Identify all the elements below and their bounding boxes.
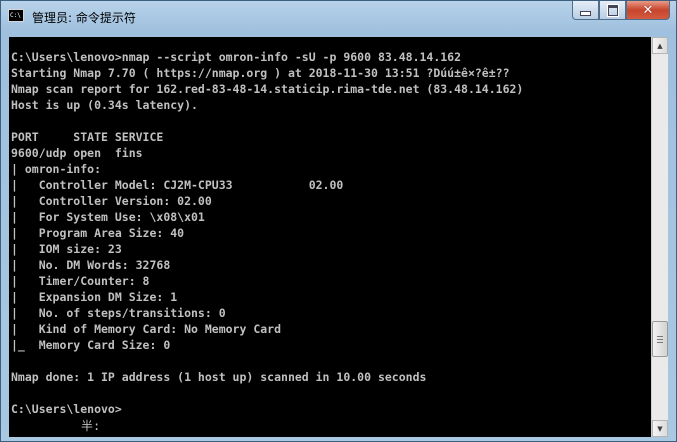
console-line: Starting Nmap 7.70 ( https://nmap.org ) … <box>11 66 510 80</box>
thumb-grip-line <box>657 339 663 340</box>
console-lines: C:\Users\lenovo>nmap --script omron-info… <box>11 49 523 417</box>
close-icon: ✕ <box>642 2 654 18</box>
scroll-up-button[interactable]: ▲ <box>652 37 668 54</box>
minimize-icon <box>580 11 591 16</box>
minimize-button[interactable] <box>572 1 599 20</box>
console-line: C:\Users\lenovo> <box>11 402 122 416</box>
console-line: | No. of steps/transitions: 0 <box>11 306 226 320</box>
vertical-scrollbar[interactable]: ▲ ▼ <box>651 37 668 437</box>
console-line: Host is up (0.34s latency). <box>11 98 198 112</box>
console-line: PORT STATE SERVICE <box>11 130 164 144</box>
window-title: 管理员: 命令提示符 <box>32 11 136 25</box>
ime-status: 半: <box>81 419 101 433</box>
scroll-down-button[interactable]: ▼ <box>652 420 668 437</box>
console-line: | omron-info: <box>11 162 102 176</box>
command-prompt-window: C:\ 管理员: 命令提示符 ✕ C:\Users\lenovo>nmap --… <box>0 0 677 442</box>
caption-buttons: ✕ <box>572 1 670 21</box>
console-line: | Controller Version: 02.00 <box>11 194 212 208</box>
scroll-down-arrow-icon: ▼ <box>657 424 663 433</box>
thumb-grip-line <box>657 342 663 343</box>
title-bar[interactable]: C:\ 管理员: 命令提示符 ✕ <box>1 1 676 37</box>
console-output[interactable]: C:\Users\lenovo>nmap --script omron-info… <box>9 37 651 437</box>
console-line: | Expansion DM Size: 1 <box>11 290 178 304</box>
scroll-thumb[interactable] <box>652 321 668 357</box>
cmd-app-icon[interactable]: C:\ <box>8 9 24 22</box>
console-line: 9600/udp open fins <box>11 146 143 160</box>
thumb-grip-line <box>657 336 663 337</box>
maximize-button[interactable] <box>599 1 626 20</box>
console-line: C:\Users\lenovo>nmap --script omron-info… <box>11 50 462 64</box>
scroll-up-arrow-icon: ▲ <box>657 41 663 50</box>
maximize-icon <box>606 3 619 17</box>
console-line: |_ Memory Card Size: 0 <box>11 338 171 352</box>
console-line: Nmap scan report for 162.red-83-48-14.st… <box>11 82 524 96</box>
console-line: | Program Area Size: 40 <box>11 226 185 240</box>
console-line: | Controller Model: CJ2M-CPU33 02.00 <box>11 178 344 192</box>
console-line: | For System Use: \x08\x01 <box>11 210 205 224</box>
close-button[interactable]: ✕ <box>626 1 670 20</box>
console-line: | IOM size: 23 <box>11 242 122 256</box>
console-line: | Timer/Counter: 8 <box>11 274 150 288</box>
console-line: | No. DM Words: 32768 <box>11 258 171 272</box>
console-line: Nmap done: 1 IP address (1 host up) scan… <box>11 370 427 384</box>
console-line: | Kind of Memory Card: No Memory Card <box>11 322 282 336</box>
